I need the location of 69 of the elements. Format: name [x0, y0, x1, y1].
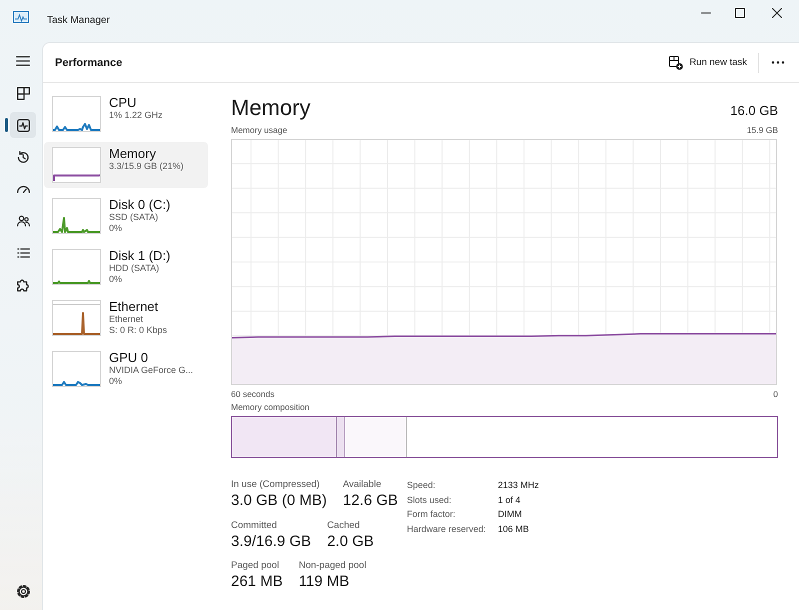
device-name: Memory [109, 146, 156, 161]
device-detail: S: 0 R: 0 Kbps [109, 325, 168, 336]
property-value: 106 MB [498, 522, 530, 536]
graph-title: Memory usage [231, 125, 288, 136]
device-detail: 0% [109, 274, 122, 285]
stat-label: Available [342, 478, 382, 491]
minimize-icon [701, 12, 711, 14]
total-memory: 16.0 GB [730, 103, 778, 119]
device-name: Disk 1 (D:) [109, 248, 170, 263]
puzzle-icon [16, 278, 30, 292]
stat-value: 119 MB [298, 572, 350, 592]
section-title: Memory [231, 95, 310, 121]
window-plus-icon [669, 56, 684, 70]
run-new-task-button[interactable]: Run new task [662, 50, 754, 74]
property-value: 2133 MHz [498, 479, 539, 492]
device-detail: 1% 1.22 GHz [109, 110, 163, 121]
maximize-icon [735, 8, 745, 18]
device-name: GPU 0 [109, 350, 148, 365]
time-end-label: 0 [773, 388, 778, 400]
device-name: CPU [109, 95, 136, 110]
device-detail: 3.3/15.9 GB (21%) [109, 161, 184, 172]
device-list-item[interactable]: Memory 3.3/15.9 GB (21%) [44, 142, 208, 188]
stat-label: Committed [231, 518, 277, 532]
stat-label: Paged pool [231, 559, 280, 572]
device-detail: NVIDIA GeForce G... [109, 365, 194, 376]
grid-icon [16, 86, 30, 100]
device-list-item[interactable]: CPU 1% 1.22 GHz [44, 91, 208, 137]
stat-label: Non-paged pool [298, 559, 366, 572]
more-icon [771, 61, 785, 64]
device-list-item[interactable]: Ethernet Ethernet S: 0 R: 0 Kbps [44, 295, 208, 341]
device-name: Disk 0 (C:) [109, 197, 170, 212]
device-list-item[interactable]: Disk 1 (D:) HDD (SATA) 0% [44, 244, 208, 290]
graph-max-label: 15.9 GB [746, 125, 778, 136]
close-icon [772, 8, 782, 18]
pulse-chart-icon [13, 11, 29, 23]
window-title: Task Manager [47, 15, 110, 27]
device-list-item[interactable]: GPU 0 NVIDIA GeForce G... 0% [44, 346, 208, 392]
device-list-item[interactable]: Disk 0 (C:) SSD (SATA) 0% [44, 193, 208, 239]
stat-value: 12.6 GB [342, 491, 398, 511]
device-detail: Ethernet [109, 314, 144, 325]
composition-label: Memory composition [231, 402, 310, 413]
stat-value: 261 MB [231, 572, 283, 592]
nav-tab[interactable] [10, 112, 36, 138]
gauge-icon [16, 184, 30, 194]
menu-icon [16, 56, 30, 66]
property-label: Slots used: [406, 494, 452, 506]
property-label: Form factor: [406, 508, 456, 521]
stat-label: Cached [327, 518, 360, 532]
stat-value: 3.0 GB (0 MB) [231, 491, 327, 511]
selection-indicator [5, 118, 8, 132]
list-icon [16, 248, 30, 258]
property-label: Hardware reserved: [406, 522, 487, 536]
device-name: Ethernet [109, 299, 158, 314]
history-icon [16, 150, 30, 164]
stat-label: In use (Compressed) [231, 478, 320, 491]
property-value: 1 of 4 [498, 494, 522, 506]
settings-icon [16, 584, 30, 598]
property-label: Speed: [406, 479, 436, 492]
device-detail: 0% [109, 223, 122, 234]
device-detail: SSD (SATA) [109, 212, 158, 223]
users-icon [16, 215, 30, 227]
device-detail: HDD (SATA) [109, 263, 160, 274]
property-value: DIMM [498, 508, 523, 521]
page-title: Performance [55, 56, 122, 68]
time-span-label: 60 seconds [231, 388, 274, 400]
pulse-icon [16, 118, 30, 132]
device-detail: 0% [109, 376, 122, 387]
stat-value: 3.9/16.9 GB [231, 532, 312, 552]
stat-value: 2.0 GB [327, 532, 374, 552]
